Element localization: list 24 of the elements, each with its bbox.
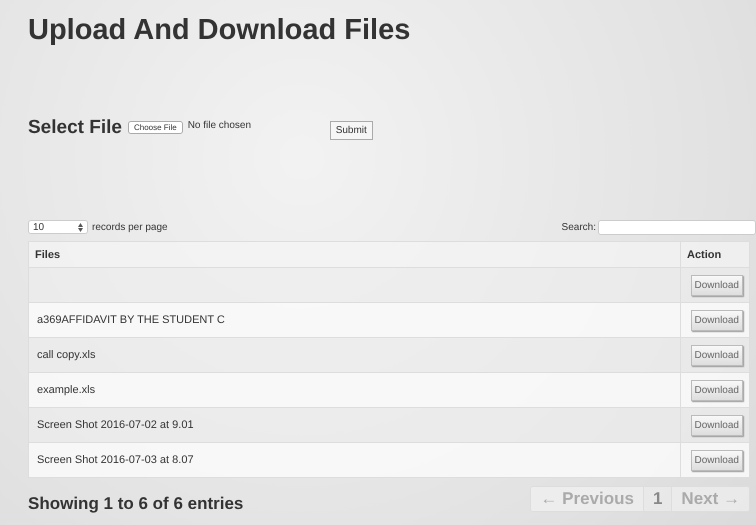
- download-button[interactable]: Download: [690, 380, 743, 400]
- file-cell: Screen Shot 2016-07-02 at 9.01: [28, 408, 680, 442]
- entries-info: Showing 1 to 6 of 6 entries: [28, 494, 244, 514]
- download-button[interactable]: Download: [690, 414, 743, 436]
- search-label: Search:: [562, 222, 596, 232]
- select-file-label: Select File: [28, 117, 122, 139]
- download-button[interactable]: Download: [690, 450, 743, 470]
- file-cell: example.xls: [28, 372, 680, 408]
- choose-file-button[interactable]: Choose File: [128, 121, 183, 134]
- download-button[interactable]: Download: [690, 344, 743, 366]
- search-field[interactable]: [598, 220, 756, 234]
- file-cell: Screen Shot 2016-07-03 at 8.07: [28, 442, 680, 478]
- file-status: No file chosen: [188, 120, 252, 131]
- column-header: Files: [28, 242, 680, 268]
- file-cell: a369AFFIDAVIT BY THE STUDENT C: [28, 302, 680, 338]
- records-select[interactable]: 10: [28, 220, 88, 234]
- file-cell: call copy.xls: [28, 338, 680, 372]
- stepper-icon: [78, 222, 83, 232]
- records-label: records per page: [92, 222, 168, 232]
- download-button[interactable]: Download: [690, 274, 743, 296]
- column-header: Action: [680, 242, 750, 268]
- page-title: Upload And Download Files: [28, 14, 412, 47]
- download-button[interactable]: Download: [690, 310, 743, 330]
- submit-button[interactable]: Submit: [330, 121, 373, 140]
